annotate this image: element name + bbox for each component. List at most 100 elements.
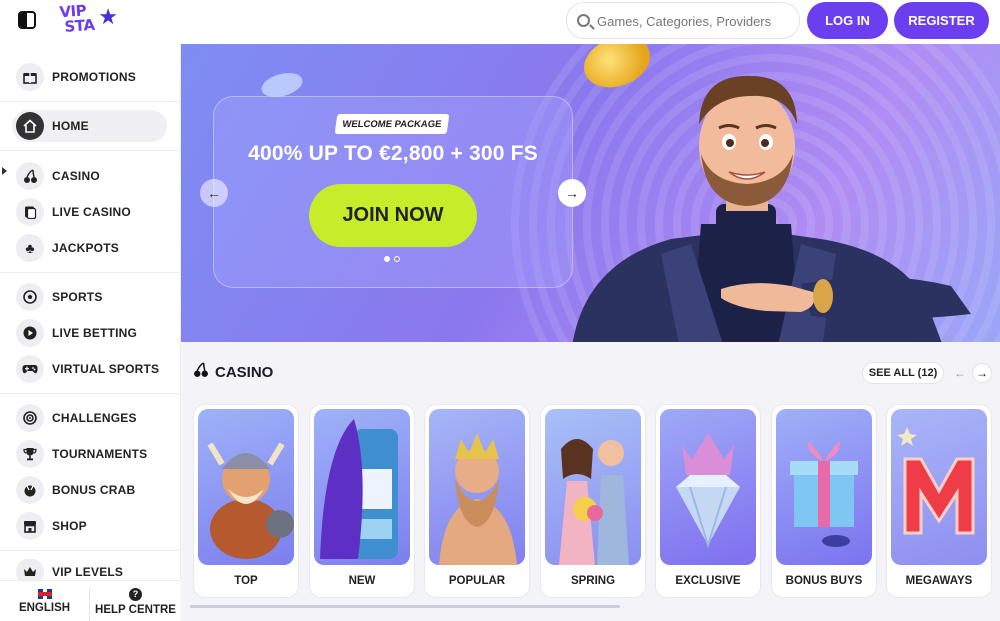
tile-label: BONUS BUYS — [785, 575, 863, 587]
category-tile-spring[interactable]: SPRING — [540, 404, 646, 598]
sidebar-item-label: LIVE BETTING — [52, 326, 138, 340]
search-icon — [577, 14, 590, 27]
arrow-right-icon: → — [565, 185, 579, 201]
tile-label: POPULAR — [448, 575, 506, 587]
carousel-dot[interactable] — [394, 256, 400, 262]
sidebar-item-casino[interactable]: CASINO — [12, 160, 167, 192]
sidebar-divider — [0, 393, 180, 394]
sidebar-item-promotions[interactable]: PROMOTIONS — [12, 61, 167, 93]
casino-section-header: CASINO — [193, 362, 273, 383]
sidebar-item-live-betting[interactable]: LIVE BETTING — [12, 317, 167, 349]
home-icon — [16, 112, 44, 140]
sidebar-item-label: PROMOTIONS — [52, 70, 137, 84]
category-tile-popular[interactable]: POPULAR — [424, 404, 530, 598]
sidebar-item-label: BONUS CRAB — [52, 483, 136, 497]
sidebar-item-tournaments[interactable]: TOURNAMENTS — [12, 438, 167, 470]
search-box[interactable] — [566, 2, 800, 39]
arrow-right-icon: → — [976, 366, 988, 380]
sidebar: PROMOTIONS HOME CASINO LIVE CASINO ♣ JAC… — [0, 44, 181, 621]
language-label: ENGLISH — [18, 602, 71, 614]
gift-box-illustration — [776, 409, 872, 565]
tile-label: TOP — [234, 575, 258, 587]
carousel-dots — [384, 256, 400, 262]
cherry-icon — [16, 162, 44, 190]
tile-label: NEW — [348, 575, 376, 587]
sidebar-item-label: CHALLENGES — [52, 411, 137, 425]
star-icon: ★ — [98, 4, 118, 29]
category-tile-bonus-buys[interactable]: BONUS BUYS — [771, 404, 877, 598]
uk-flag-icon — [37, 589, 52, 599]
sidebar-item-shop[interactable]: SHOP — [12, 510, 167, 542]
couple-illustration — [545, 409, 641, 565]
sidebar-item-challenges[interactable]: CHALLENGES — [12, 402, 167, 434]
carousel-prev-button[interactable]: ← — [200, 179, 228, 207]
tile-label: SPRING — [570, 575, 616, 587]
top-bar: VIP STA ★ LOG IN REGISTER — [0, 0, 1000, 44]
hero-banner: WELCOME PACKAGE 400% UP TO €2,800 + 300 … — [181, 44, 1000, 342]
tiles-scrollbar[interactable] — [190, 605, 620, 608]
diamond-crown-illustration — [660, 409, 756, 565]
sidebar-divider — [0, 101, 180, 102]
sidebar-divider — [0, 150, 180, 151]
slot-machine-illustration — [314, 409, 410, 565]
category-tile-exclusive[interactable]: EXCLUSIVE — [655, 404, 761, 598]
soccer-ball-icon — [16, 283, 44, 311]
sidebar-item-label: VIP LEVELS — [52, 565, 124, 579]
join-now-button[interactable]: JOIN NOW — [309, 184, 477, 247]
gamepad-icon — [16, 355, 44, 383]
sidebar-item-label: TOURNAMENTS — [52, 447, 148, 461]
carousel-dot-active[interactable] — [384, 256, 390, 262]
category-tile-new[interactable]: NEW — [309, 404, 415, 598]
logo-line-2: STA — [63, 15, 96, 36]
claw-icon — [16, 476, 44, 504]
sidebar-divider — [0, 272, 180, 273]
login-button[interactable]: LOG IN — [807, 2, 888, 39]
arrow-left-icon: ← — [954, 366, 966, 380]
logo-wordmark: VIP STA — [59, 1, 96, 36]
section-next-button[interactable]: → — [972, 363, 992, 383]
sidebar-item-home[interactable]: HOME — [12, 110, 167, 142]
help-label: HELP CENTRE — [95, 603, 176, 616]
letter-m-illustration — [891, 409, 987, 565]
sidebar-item-label: HOME — [52, 119, 89, 133]
active-indicator — [2, 167, 7, 175]
sidebar-toggle-icon[interactable] — [18, 11, 36, 29]
target-icon — [16, 404, 44, 432]
logo[interactable]: VIP STA ★ — [58, 1, 120, 40]
register-button[interactable]: REGISTER — [894, 2, 989, 39]
sidebar-item-label: JACKPOTS — [52, 241, 119, 255]
cherry-icon — [193, 362, 209, 383]
play-icon — [16, 319, 44, 347]
tile-label: MEGAWAYS — [905, 575, 973, 587]
help-centre-link[interactable]: ? HELP CENTRE — [90, 581, 181, 621]
sidebar-item-label: SPORTS — [52, 290, 103, 304]
sidebar-item-bonus-crab[interactable]: BONUS CRAB — [12, 474, 167, 506]
sidebar-item-virtual-sports[interactable]: VIRTUAL SPORTS — [12, 353, 167, 385]
search-input[interactable] — [597, 11, 792, 31]
sidebar-divider — [0, 550, 180, 551]
sidebar-item-label: LIVE CASINO — [52, 205, 131, 219]
sidebar-item-label: CASINO — [52, 169, 100, 183]
sidebar-item-live-casino[interactable]: LIVE CASINO — [12, 196, 167, 228]
category-tile-megaways[interactable]: MEGAWAYS — [886, 404, 992, 598]
viking-illustration — [198, 409, 294, 565]
shop-icon — [16, 512, 44, 540]
promo-title: 400% UP TO €2,800 + 300 FS — [248, 142, 538, 165]
help-icon: ? — [129, 587, 142, 601]
promo-tag: WELCOME PACKAGE — [334, 114, 450, 134]
see-all-button[interactable]: SEE ALL (12) — [862, 362, 944, 384]
category-tile-top[interactable]: TOP — [193, 404, 299, 598]
sidebar-item-label: SHOP — [52, 519, 87, 533]
sidebar-item-sports[interactable]: SPORTS — [12, 281, 167, 313]
language-selector[interactable]: ENGLISH — [0, 581, 89, 621]
sidebar-item-jackpots[interactable]: ♣ JACKPOTS — [12, 232, 167, 264]
sidebar-footer: ENGLISH ? HELP CENTRE — [0, 580, 181, 621]
gift-icon — [16, 63, 44, 91]
trophy-icon — [16, 440, 44, 468]
arrow-left-icon: ← — [207, 185, 221, 201]
carousel-next-button[interactable]: → — [558, 179, 586, 207]
hero-character-illustration — [572, 75, 971, 342]
clover-icon: ♣ — [16, 234, 44, 262]
section-prev-button[interactable]: ← — [950, 363, 970, 383]
cards-icon — [16, 198, 44, 226]
